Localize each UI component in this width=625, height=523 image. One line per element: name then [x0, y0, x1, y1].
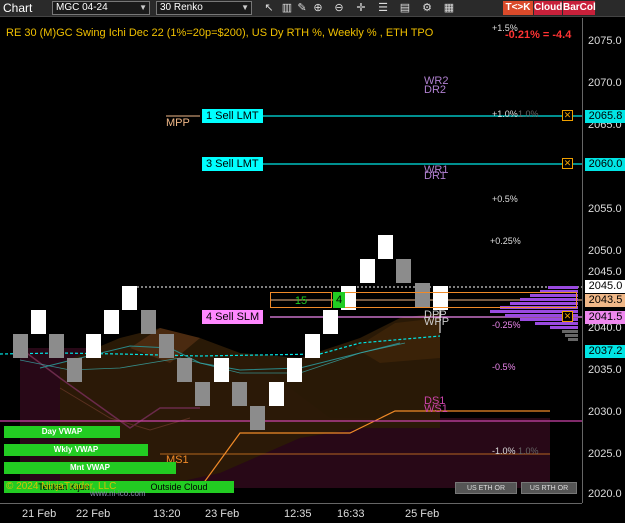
cancel-order-1-icon[interactable]: ✕	[562, 110, 573, 121]
mpp-label: MPP	[166, 117, 190, 129]
order-1-price-flag: 2065.8	[585, 110, 625, 123]
chart-toolbar: Chart MGC 04-24 ▼ 30 Renko ▼ ↖ ▥ ✎ ⊕ ⊖ ✛…	[0, 0, 625, 17]
price-tick: 2025.0	[588, 448, 622, 460]
renko-brick-down	[195, 382, 210, 406]
weekly-vwap-tag: Wkly VWAP	[4, 444, 148, 456]
zoom-in-icon[interactable]: ⊕	[311, 1, 325, 15]
day-vwap-tag: Day VWAP	[4, 426, 120, 438]
pct-label-plus-025: +0.25%	[490, 236, 521, 246]
draw-icon[interactable]: ✎	[295, 1, 309, 15]
time-tick: 21 Feb	[22, 508, 57, 520]
price-tick: 2075.0	[588, 35, 622, 47]
renko-brick-down	[13, 334, 28, 358]
sell-lmt-order-1[interactable]: 1 Sell LMT	[202, 109, 263, 123]
dr1-label: DR1	[424, 170, 447, 182]
pct-label-plus-05: +0.5%	[492, 194, 518, 204]
chart-panel[interactable]: RE 30 (M)GC Swing Ichi Dec 22 (1%=20p=$2…	[0, 18, 625, 523]
renko-brick-up	[323, 310, 338, 334]
renko-brick-up	[305, 334, 320, 358]
order-4-price-flag: 2041.5	[585, 311, 625, 324]
renko-brick-down	[49, 334, 64, 358]
pointer-icon[interactable]: ↖	[262, 1, 276, 15]
renko-brick-up	[104, 310, 119, 334]
renko-brick-up	[269, 382, 284, 406]
renko-brick-down	[67, 358, 82, 382]
renko-brick-up	[360, 259, 375, 283]
renko-brick-down	[177, 358, 192, 382]
renko-brick-up	[214, 358, 229, 382]
time-tick: 13:20	[153, 508, 181, 520]
bar-style-icon[interactable]: ▥	[280, 1, 294, 15]
chevron-down-icon: ▼	[241, 3, 249, 12]
time-tick: 23 Feb	[205, 508, 240, 520]
sell-slm-order-4[interactable]: 4 Sell SLM	[202, 310, 264, 324]
renko-brick-down	[141, 310, 156, 334]
time-axis[interactable]: 21 Feb 22 Feb 13:20 23 Feb 12:35 16:33 2…	[0, 503, 582, 523]
renko-brick-up	[31, 310, 46, 334]
data-box-icon[interactable]: ▤	[398, 1, 412, 15]
pct-label-plus-1: +1.0%	[492, 109, 518, 119]
tenkan-kijun-toggle[interactable]: T<>K	[503, 1, 533, 15]
price-tick: 2070.0	[588, 77, 622, 89]
pct-label-plus-1-dim: 1.0%	[518, 109, 539, 119]
position-box	[345, 292, 577, 308]
pct-label-minus-1: -1.0%	[492, 446, 516, 456]
properties-icon[interactable]: ☰	[376, 1, 390, 15]
price-tick: 2055.0	[588, 203, 622, 215]
strategy-icon[interactable]: ⚙	[420, 1, 434, 15]
tpo-profile-gray	[562, 330, 578, 341]
time-tick: 16:33	[337, 508, 365, 520]
last-price-flag: 2045.0	[585, 280, 625, 293]
zoom-out-icon[interactable]: ⊖	[332, 1, 346, 15]
dr2-label: DR2	[424, 84, 447, 96]
chart-title: RE 30 (M)GC Swing Ichi Dec 22 (1%=20p=$2…	[6, 27, 434, 39]
window-title: Chart	[3, 1, 33, 15]
time-tick: 22 Feb	[76, 508, 111, 520]
us-eth-or-button[interactable]: US ETH OR	[455, 482, 517, 494]
renko-brick-down	[159, 334, 174, 358]
ws1-label: WS1	[424, 403, 448, 415]
order-3-price-flag: 2060.0	[585, 158, 625, 171]
price-tick: 2035.0	[588, 364, 622, 376]
chart-trader-icon[interactable]: ▦	[442, 1, 456, 15]
change-readout: -0.21% = -4.4	[505, 29, 572, 41]
period-selector[interactable]: 30 Renko ▼	[156, 1, 252, 15]
plot-area[interactable]: RE 30 (M)GC Swing Ichi Dec 22 (1%=20p=$2…	[0, 18, 582, 503]
time-tick: 25 Feb	[405, 508, 440, 520]
website-text: www.ni-ico.com	[90, 489, 146, 498]
renko-brick-up	[86, 334, 101, 358]
pct-label-minus-025: -0.25%	[492, 320, 521, 330]
position-price-flag: 2043.5	[585, 294, 625, 307]
renko-brick-up	[378, 235, 393, 259]
pct-label-minus-1-dim: 1.0%	[518, 446, 539, 456]
cancel-order-4-icon[interactable]: ✕	[562, 311, 573, 322]
price-tick: 2030.0	[588, 406, 622, 418]
instrument-selector[interactable]: MGC 04-24 ▼	[52, 1, 150, 15]
wpp-label: WPP	[424, 316, 450, 328]
cancel-order-3-icon[interactable]: ✕	[562, 158, 573, 169]
vwap-price-flag: 2037.2	[585, 345, 625, 358]
renko-brick-up	[287, 358, 302, 382]
sell-lmt-order-3[interactable]: 3 Sell LMT	[202, 157, 263, 171]
pct-label-minus-05: -0.5%	[492, 362, 516, 372]
renko-brick-down	[232, 382, 247, 406]
time-tick: 12:35	[284, 508, 312, 520]
instrument-value: MGC 04-24	[56, 2, 108, 13]
position-fill-count: 4	[333, 292, 345, 308]
price-axis[interactable]: 2075.0 2070.0 2065.0 2060.0 2055.0 2050.…	[582, 18, 625, 503]
period-value: 30 Renko	[160, 2, 203, 13]
price-tick: 2050.0	[588, 245, 622, 257]
renko-brick-down	[396, 259, 411, 283]
position-quantity[interactable]: 15	[270, 292, 332, 308]
monthly-vwap-tag: Mnt VWAP	[4, 462, 176, 474]
cloud-toggle[interactable]: Cloud	[534, 1, 562, 15]
renko-brick-down	[250, 406, 265, 430]
crosshair-icon[interactable]: ✛	[354, 1, 368, 15]
barcolor-toggle[interactable]: BarCol	[563, 1, 596, 15]
chevron-down-icon: ▼	[139, 3, 147, 12]
renko-brick-up	[122, 286, 137, 310]
price-tick: 2020.0	[588, 488, 622, 500]
us-rth-or-button[interactable]: US RTH OR	[521, 482, 577, 494]
price-tick: 2045.0	[588, 266, 622, 278]
